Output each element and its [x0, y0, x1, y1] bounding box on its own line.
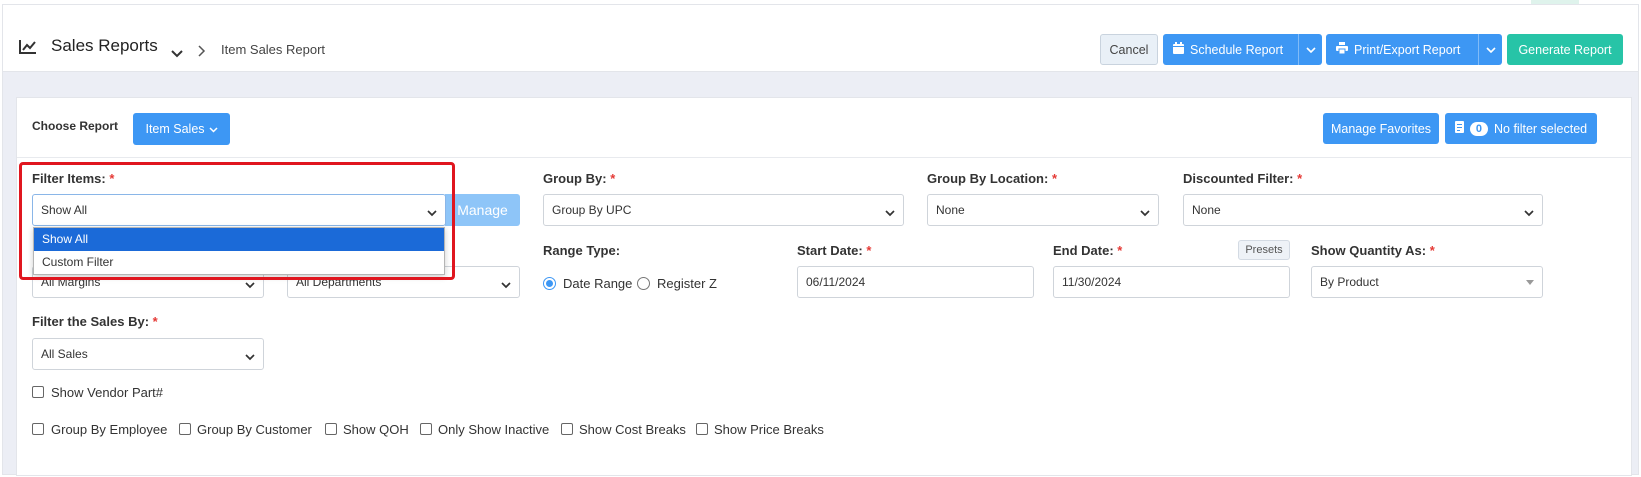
filter-items-dropdown: Show All Custom Filter: [33, 227, 445, 275]
only-inactive-checkbox[interactable]: [420, 423, 432, 435]
chevron-down-icon: [1524, 206, 1534, 220]
dropdown-option-show-all[interactable]: Show All: [34, 228, 444, 251]
manage-favorites-button[interactable]: Manage Favorites: [1323, 113, 1439, 144]
schedule-label: Schedule Report: [1190, 42, 1284, 57]
cancel-button[interactable]: Cancel: [1100, 34, 1158, 65]
group-by-location-select[interactable]: None: [927, 194, 1159, 226]
chevron-down-icon: [501, 278, 511, 292]
filter-status-label: No filter selected: [1494, 121, 1588, 136]
caret-down-icon: [1526, 280, 1534, 285]
vendor-part-label[interactable]: Show Vendor Part#: [51, 385, 163, 400]
schedule-report-button[interactable]: Schedule Report: [1163, 34, 1322, 65]
show-quantity-value: By Product: [1320, 275, 1379, 289]
choose-report-label: Choose Report: [32, 119, 119, 133]
range-type-label: Range Type:: [543, 243, 621, 258]
chevron-down-icon[interactable]: [171, 45, 183, 63]
end-date-input[interactable]: 11/30/2024: [1053, 266, 1290, 298]
group-by-value: Group By UPC: [552, 203, 632, 217]
start-date-label: Start Date: *: [797, 243, 872, 258]
report-frame: Sales Reports Item Sales Report Cancel S…: [2, 4, 1639, 476]
group-customer-checkbox[interactable]: [179, 423, 191, 435]
filter-sales-by-label: Filter the Sales By: *: [32, 314, 158, 329]
chevron-down-icon: [1140, 206, 1150, 220]
filter-items-value: Show All: [41, 203, 88, 217]
start-date-value: 06/11/2024: [806, 275, 866, 289]
group-by-label: Group By: *: [543, 171, 616, 186]
show-quantity-label: Show Quantity As: *: [1311, 243, 1435, 258]
document-icon: [1454, 121, 1464, 136]
filter-sales-by-value: All Sales: [41, 347, 88, 361]
calendar-icon: [1173, 42, 1184, 57]
show-qoh-label[interactable]: Show QOH: [343, 422, 409, 437]
breadcrumb: Item Sales Report: [221, 42, 326, 57]
manage-filter-button[interactable]: Manage: [445, 194, 520, 226]
group-employee-label[interactable]: Group By Employee: [51, 422, 167, 437]
margins-value: All Margins: [41, 275, 101, 289]
group-employee-checkbox[interactable]: [32, 423, 44, 435]
show-quantity-select[interactable]: By Product: [1311, 266, 1543, 298]
top-bar: Sales Reports Item Sales Report Cancel S…: [3, 5, 1638, 72]
filter-sales-by-select[interactable]: All Sales: [32, 338, 264, 370]
cost-breaks-checkbox[interactable]: [561, 423, 573, 435]
page-title[interactable]: Sales Reports: [51, 36, 158, 56]
group-by-location-value: None: [936, 203, 965, 217]
generate-label: Generate Report: [1518, 42, 1612, 57]
filter-items-select[interactable]: Show All: [32, 194, 446, 226]
print-label: Print/Export Report: [1354, 42, 1461, 57]
price-breaks-label[interactable]: Show Price Breaks: [714, 422, 824, 437]
end-date-label: End Date: *: [1053, 243, 1123, 258]
report-select-label: Item Sales: [145, 122, 205, 136]
chevron-down-icon: [245, 350, 255, 364]
group-by-location-label: Group By Location: *: [927, 171, 1058, 186]
group-customer-label[interactable]: Group By Customer: [197, 422, 312, 437]
chevron-down-icon: [885, 206, 895, 220]
report-options-panel: Choose Report Item Sales Manage Favorite…: [16, 97, 1632, 476]
cancel-label: Cancel: [1109, 42, 1149, 57]
price-breaks-checkbox[interactable]: [696, 423, 708, 435]
show-qoh-checkbox[interactable]: [325, 423, 337, 435]
presets-label: Presets: [1245, 244, 1283, 256]
report-select-button[interactable]: Item Sales: [133, 113, 230, 145]
chevron-down-icon[interactable]: [1298, 34, 1322, 65]
printer-icon: [1336, 42, 1348, 57]
discounted-filter-label: Discounted Filter: *: [1183, 171, 1303, 186]
departments-value: All Departments: [296, 275, 382, 289]
group-by-select[interactable]: Group By UPC: [543, 194, 904, 226]
vendor-part-checkbox[interactable]: [32, 386, 44, 398]
dropdown-option-custom-filter[interactable]: Custom Filter: [34, 251, 444, 274]
manage-label: Manage: [457, 202, 508, 218]
filter-status-button[interactable]: 0 No filter selected: [1445, 113, 1597, 144]
line-chart-icon: [19, 40, 37, 59]
register-z-label[interactable]: Register Z: [657, 276, 717, 291]
chevron-down-icon[interactable]: [1478, 34, 1502, 65]
generate-report-button[interactable]: Generate Report: [1507, 34, 1623, 65]
filter-items-label: Filter Items: *: [32, 171, 115, 186]
filter-count-badge: 0: [1469, 121, 1488, 136]
chevron-down-icon: [209, 122, 218, 136]
date-range-radio[interactable]: [543, 277, 556, 290]
chevron-down-icon: [427, 206, 437, 220]
discounted-filter-value: None: [1192, 203, 1221, 217]
presets-button[interactable]: Presets: [1238, 240, 1290, 260]
register-z-radio[interactable]: [637, 277, 650, 290]
choose-report-row: Choose Report Item Sales Manage Favorite…: [17, 98, 1631, 158]
end-date-value: 11/30/2024: [1062, 275, 1122, 289]
cost-breaks-label[interactable]: Show Cost Breaks: [579, 422, 686, 437]
chevron-right-icon: [198, 44, 206, 62]
date-range-label[interactable]: Date Range: [563, 276, 632, 291]
discounted-filter-select[interactable]: None: [1183, 194, 1543, 226]
print-export-button[interactable]: Print/Export Report: [1326, 34, 1502, 65]
start-date-input[interactable]: 06/11/2024: [797, 266, 1034, 298]
favorites-label: Manage Favorites: [1330, 121, 1432, 136]
only-inactive-label[interactable]: Only Show Inactive: [438, 422, 549, 437]
chevron-down-icon: [245, 278, 255, 292]
